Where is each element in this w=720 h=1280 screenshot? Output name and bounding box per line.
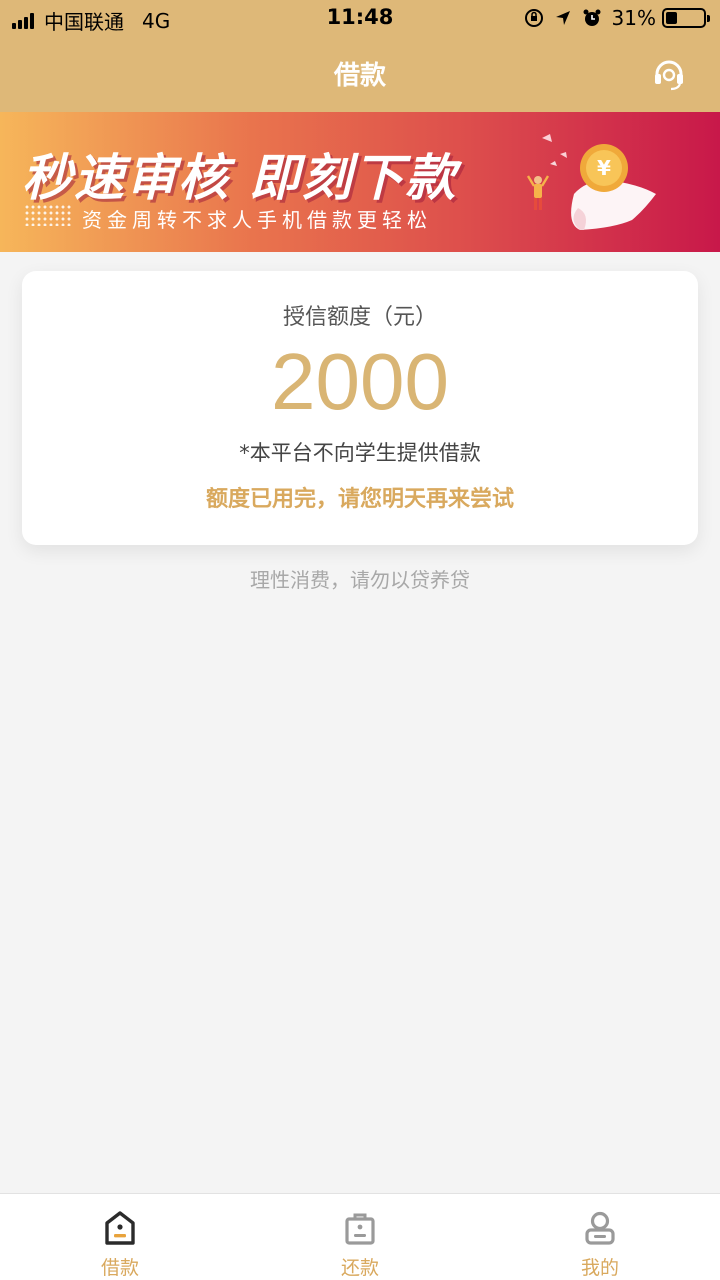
promo-banner[interactable]: 秒速审核 即刻下款 资金周转不求人手机借款更轻松 ¥ [0, 112, 720, 252]
page-title: 借款 [333, 61, 386, 91]
house-icon [100, 1208, 140, 1247]
bag-icon [340, 1208, 380, 1247]
quota-status-message: 额度已用完，请您明天再来尝试 [205, 487, 514, 512]
yen-coin-icon: ¥ [526, 134, 656, 230]
tab-repay-label: 还款 [340, 1257, 379, 1279]
battery-fill [666, 12, 678, 24]
orientation-lock-icon [524, 9, 543, 27]
credit-limit-amount: 2000 [271, 337, 449, 426]
tab-mine-label: 我的 [580, 1257, 619, 1279]
location-arrow-icon [555, 11, 570, 25]
battery-percent: 31% [611, 6, 656, 30]
status-bar: 中国联通 4G 11:48 31% [0, 0, 720, 36]
tab-borrow-label: 借款 [100, 1257, 139, 1279]
tab-mine[interactable]: 我的 [480, 1194, 720, 1280]
headset-support-icon [655, 60, 683, 91]
tab-borrow[interactable]: 借款 [0, 1194, 240, 1280]
banner-dots-decoration [24, 204, 72, 226]
person-icon [580, 1208, 620, 1247]
status-right: 31% [524, 6, 710, 30]
battery-icon [662, 8, 710, 28]
responsible-borrowing-tip: 理性消费，请勿以贷养贷 [250, 568, 470, 592]
banner-headline: 秒速审核 即刻下款 [22, 149, 458, 207]
credit-limit-card: 授信额度（元） 2000 *本平台不向学生提供借款 额度已用完，请您明天再来尝试 [22, 271, 698, 545]
svg-text:¥: ¥ [597, 156, 611, 180]
header: 中国联通 4G 11:48 31% 借款 [0, 0, 720, 112]
banner-subline: 资金周转不求人手机借款更轻松 [82, 208, 432, 232]
alarm-icon [583, 9, 601, 26]
student-notice: *本平台不向学生提供借款 [239, 441, 481, 465]
credit-limit-label: 授信额度（元） [282, 305, 437, 330]
tab-repay[interactable]: 还款 [240, 1194, 480, 1280]
bottom-tab-bar: 借款 还款 我的 [0, 1193, 720, 1280]
customer-service-button[interactable] [652, 58, 686, 92]
